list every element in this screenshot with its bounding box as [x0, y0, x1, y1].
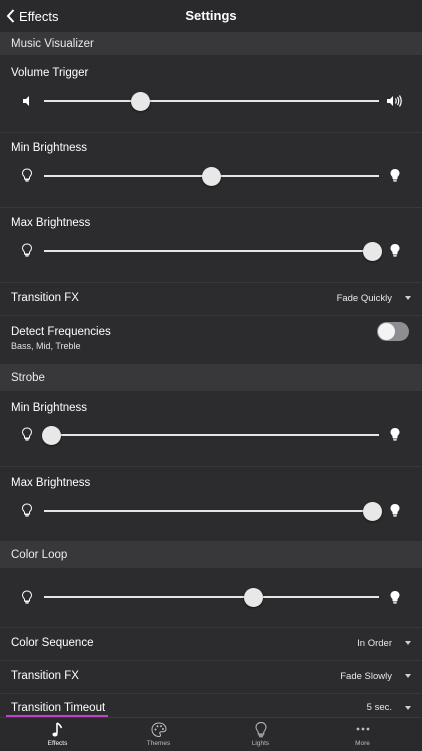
divider	[0, 466, 422, 467]
bulb-filled-icon	[390, 428, 400, 441]
max-brightness-label: Max Brightness	[11, 217, 91, 229]
chevron-down-icon	[405, 296, 411, 300]
color-loop-track[interactable]	[44, 596, 379, 598]
tab-lights[interactable]: Lights	[208, 718, 313, 751]
strobe-min-brightness-thumb[interactable]	[41, 425, 61, 445]
tab-label: More	[355, 740, 370, 747]
tab-themes[interactable]: Themes	[106, 718, 211, 751]
volume-trigger-label: Volume Trigger	[11, 67, 89, 79]
max-brightness-thumb[interactable]	[362, 241, 382, 261]
volume-high-icon	[387, 95, 402, 107]
transition-fx-value: Fade Quickly	[336, 293, 392, 304]
strobe-min-brightness-track[interactable]	[44, 434, 379, 436]
strobe-max-brightness-label: Max Brightness	[11, 477, 91, 489]
navigation-bar: Effects Settings	[0, 0, 422, 32]
chevron-down-icon	[405, 641, 411, 645]
bulb-outline-icon	[21, 168, 33, 182]
transition-timeout-value: 5 sec.	[366, 702, 392, 713]
detect-frequencies-row: Detect Frequencies Bass, Mid, Treble	[0, 316, 422, 362]
color-sequence-value: In Order	[357, 638, 392, 649]
bulb-outline-icon	[21, 243, 33, 257]
bulb-outline-icon	[21, 503, 33, 517]
bulb-outline-icon	[21, 590, 33, 604]
detect-frequencies-sublabel: Bass, Mid, Treble	[11, 341, 81, 351]
music-note-icon	[51, 722, 62, 737]
chevron-down-icon	[405, 674, 411, 678]
color-loop-thumb[interactable]	[243, 587, 263, 607]
bulb-filled-icon	[390, 244, 400, 257]
detect-frequencies-label: Detect Frequencies	[11, 326, 111, 338]
color-sequence-row[interactable]: Color Sequence In Order	[0, 628, 422, 660]
bulb-filled-icon	[390, 591, 400, 604]
tab-effects[interactable]: Effects	[5, 718, 110, 751]
tab-label: Effects	[47, 740, 68, 747]
section-header-music-visualizer: Music Visualizer	[0, 32, 422, 55]
volume-trigger-thumb[interactable]	[131, 91, 151, 111]
tab-bar: Effects Themes Lights More	[0, 717, 422, 751]
bulb-outline-icon	[21, 427, 33, 441]
transition-timeout-row[interactable]: Transition Timeout 5 sec.	[0, 694, 422, 715]
palette-icon	[150, 722, 167, 738]
strobe-max-brightness-track[interactable]	[44, 510, 379, 512]
max-brightness-track[interactable]	[44, 250, 379, 252]
transition-fx-value: Fade Slowly	[340, 671, 392, 682]
volume-low-icon	[23, 96, 29, 106]
divider	[0, 207, 422, 208]
strobe-max-brightness-thumb[interactable]	[362, 501, 382, 521]
tab-label: Themes	[146, 740, 171, 747]
transition-fx-label: Transition FX	[11, 670, 79, 682]
transition-fx-row[interactable]: Transition FX Fade Quickly	[0, 283, 422, 315]
strobe-min-brightness-label: Min Brightness	[11, 402, 88, 414]
page-title: Settings	[185, 8, 237, 23]
bulb-filled-icon	[390, 504, 400, 517]
color-sequence-label: Color Sequence	[11, 637, 94, 649]
tab-label: Lights	[251, 740, 270, 747]
min-brightness-label: Min Brightness	[11, 142, 88, 154]
section-header-color-loop: Color Loop	[0, 541, 422, 568]
transition-fx-label: Transition FX	[11, 292, 79, 304]
bulb-icon	[254, 721, 267, 738]
divider	[0, 132, 422, 133]
detect-frequencies-toggle[interactable]	[377, 322, 409, 341]
min-brightness-thumb[interactable]	[202, 166, 221, 186]
transition-timeout-label: Transition Timeout	[11, 702, 106, 714]
toggle-knob	[378, 323, 395, 340]
volume-trigger-track[interactable]	[44, 100, 379, 102]
chevron-down-icon	[405, 706, 411, 710]
color-loop-transition-fx-row[interactable]: Transition FX Fade Slowly	[0, 661, 422, 693]
more-dots-icon	[356, 727, 369, 731]
tab-more[interactable]: More	[310, 718, 415, 751]
section-header-strobe: Strobe	[0, 364, 422, 391]
bulb-filled-icon	[390, 169, 400, 182]
